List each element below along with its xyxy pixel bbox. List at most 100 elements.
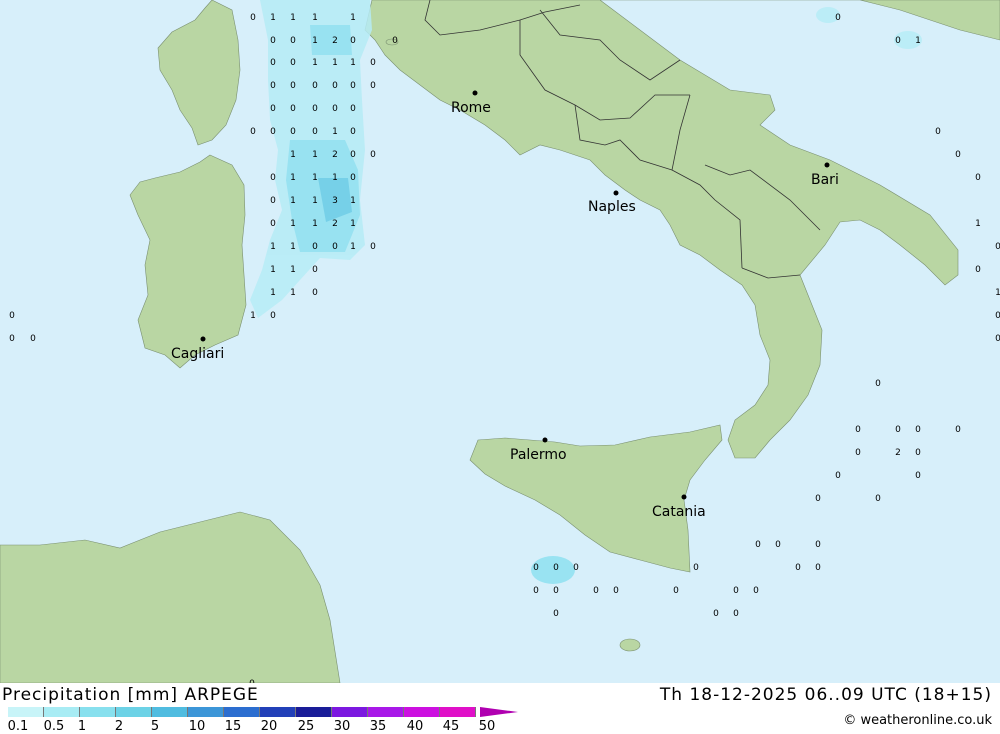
- precip-value: 0: [250, 13, 256, 23]
- map-footer: Precipitation [mm] ARPEGE Th 18-12-2025 …: [0, 683, 1000, 734]
- legend-label: 2: [114, 719, 124, 734]
- precip-value: 0: [693, 563, 699, 573]
- precip-value: 0: [573, 563, 579, 573]
- precip-value: 0: [975, 173, 981, 183]
- precip-value: 0: [915, 425, 921, 435]
- legend-swatch: [404, 707, 440, 717]
- precip-value: 0: [270, 173, 276, 183]
- precip-value: 1: [350, 13, 356, 23]
- precip-value: 0: [392, 36, 398, 46]
- legend-label: 0.5: [43, 719, 65, 734]
- precip-value: 1: [350, 242, 356, 252]
- precip-value: 2: [895, 448, 901, 458]
- precip-value: 0: [370, 242, 376, 252]
- legend-label: 10: [188, 719, 206, 734]
- precip-value: 0: [995, 242, 1000, 252]
- precip-value: 0: [935, 127, 941, 137]
- precip-value: 0: [350, 150, 356, 160]
- precip-value: 3: [332, 196, 338, 206]
- precip-value: 0: [350, 127, 356, 137]
- precip-value: 0: [733, 586, 739, 596]
- legend-label: 45: [442, 719, 460, 734]
- city-dot-cagliari: [200, 336, 206, 342]
- precip-value: 1: [270, 242, 276, 252]
- precip-value: 1: [312, 196, 318, 206]
- precip-value: 0: [733, 609, 739, 619]
- precip-value: 1: [332, 127, 338, 137]
- city-dot-catania: [681, 494, 687, 500]
- precip-value: 1: [350, 58, 356, 68]
- precip-value: 0: [795, 563, 801, 573]
- precip-value: 0: [975, 265, 981, 275]
- precip-value: 1: [332, 173, 338, 183]
- precip-value: 0: [815, 540, 821, 550]
- city-dot-bari: [824, 162, 830, 168]
- precip-value: 0: [350, 173, 356, 183]
- precip-value: 1: [312, 36, 318, 46]
- legend-swatch: [332, 707, 368, 717]
- precip-value: 2: [332, 150, 338, 160]
- legend-swatch: [80, 707, 116, 717]
- precip-value: 0: [270, 311, 276, 321]
- precip-value: 0: [270, 219, 276, 229]
- precip-value: 0: [290, 36, 296, 46]
- precip-value: 1: [995, 288, 1000, 298]
- forecast-time: Th 18-12-2025 06..09 UTC (18+15): [659, 685, 992, 705]
- precip-value: 0: [875, 379, 881, 389]
- legend-swatch: [440, 707, 476, 717]
- legend-label: 50: [478, 719, 496, 734]
- copyright: © weatheronline.co.uk: [843, 713, 992, 728]
- city-dot-naples: [613, 190, 619, 196]
- precip-value: 2: [332, 36, 338, 46]
- precip-value: 0: [713, 609, 719, 619]
- precip-value: 1: [312, 219, 318, 229]
- precip-value: 0: [955, 425, 961, 435]
- city-label-cagliari: Cagliari: [171, 346, 224, 362]
- precip-value: 0: [350, 36, 356, 46]
- precip-value: 0: [593, 586, 599, 596]
- precip-value: 0: [270, 104, 276, 114]
- precip-value: 0: [753, 586, 759, 596]
- legend-label: 25: [297, 719, 315, 734]
- precip-value: 0: [332, 104, 338, 114]
- precip-value: 0: [815, 563, 821, 573]
- legend-label: 15: [224, 719, 242, 734]
- precip-value: 0: [312, 265, 318, 275]
- island-malta: [619, 638, 641, 652]
- precip-value: 1: [290, 196, 296, 206]
- map-canvas: Rome Naples Bari Cagliari Palermo Catani…: [0, 0, 1000, 683]
- precip-value: 0: [895, 36, 901, 46]
- precip-value: 1: [250, 311, 256, 321]
- precip-value: 1: [270, 265, 276, 275]
- precip-value: 0: [995, 311, 1000, 321]
- map-title: Precipitation [mm] ARPEGE: [2, 685, 259, 705]
- precip-value: 0: [9, 311, 15, 321]
- precip-value: 0: [312, 288, 318, 298]
- legend-swatch: [296, 707, 332, 717]
- precip-value: 1: [270, 288, 276, 298]
- legend-swatch: [152, 707, 188, 717]
- precip-value: 0: [270, 81, 276, 91]
- precip-value: 0: [855, 448, 861, 458]
- precip-value: 0: [875, 494, 881, 504]
- legend-labels: 0.1 0.5 1 2 5 10 15 20 25 30 35 40 45 50: [0, 719, 520, 734]
- precip-value: 1: [290, 242, 296, 252]
- precip-value: 0: [915, 471, 921, 481]
- precip-value: 0: [370, 150, 376, 160]
- precip-value: 0: [30, 334, 36, 344]
- precip-value: 1: [312, 173, 318, 183]
- precip-value: 1: [312, 13, 318, 23]
- precip-value: 1: [290, 150, 296, 160]
- precip-value: 0: [835, 13, 841, 23]
- precip-value: 0: [290, 81, 296, 91]
- precip-value: 0: [553, 586, 559, 596]
- precip-value: 0: [312, 81, 318, 91]
- precip-value: 0: [312, 104, 318, 114]
- precip-value: 0: [350, 81, 356, 91]
- legend-swatch: [368, 707, 404, 717]
- precip-value: 0: [270, 196, 276, 206]
- legend-label: 40: [406, 719, 424, 734]
- legend-swatch: [8, 707, 44, 717]
- precip-value: 0: [835, 471, 841, 481]
- legend-swatch: [224, 707, 260, 717]
